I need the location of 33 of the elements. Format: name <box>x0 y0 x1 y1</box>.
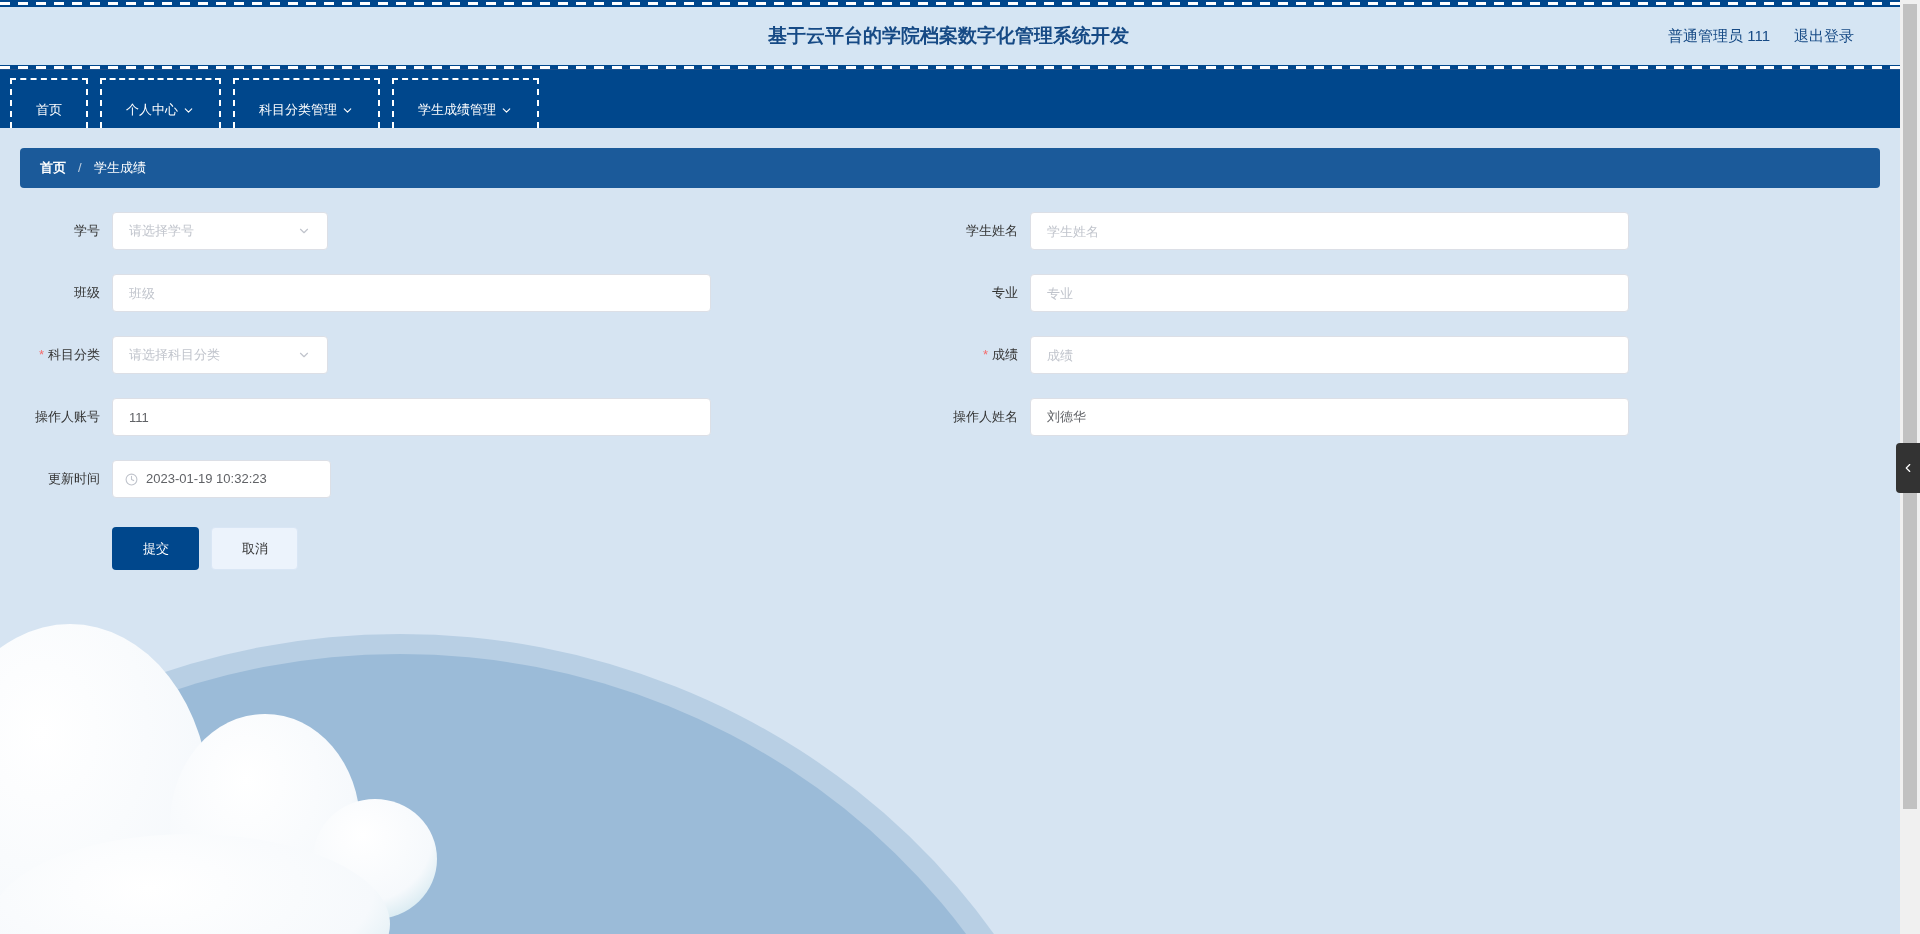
user-label: 普通管理员 111 <box>1668 25 1770 46</box>
logout-link[interactable]: 退出登录 <box>1794 24 1854 48</box>
field-label: 学生姓名 <box>966 222 1018 241</box>
field-label: 专业 <box>992 284 1018 303</box>
clock-icon <box>125 472 138 486</box>
scrollbar[interactable] <box>1900 0 1920 934</box>
side-toggle-button[interactable] <box>1896 443 1920 493</box>
field-label: 成绩 <box>992 346 1018 365</box>
site-title: 基于云平台的学院档案数字化管理系统开发 <box>767 23 1129 48</box>
field-label: 班级 <box>74 284 100 303</box>
input-field[interactable]: 专业 <box>1030 274 1629 312</box>
nav-tab[interactable]: 个人中心 <box>100 78 221 128</box>
field-label: 操作人姓名 <box>953 408 1018 427</box>
breadcrumb-item: 学生成绩 <box>93 159 146 178</box>
nav-tab[interactable]: 学生成绩管理 <box>392 78 539 128</box>
nav-tab[interactable]: 科目分类管理 <box>233 78 380 128</box>
field-label: 学号 <box>74 222 100 241</box>
input-field[interactable]: 111 <box>112 398 711 436</box>
required-asterisk: * <box>982 346 988 365</box>
input-field[interactable]: 成绩 <box>1030 336 1629 374</box>
submit-button[interactable]: 提交 <box>112 527 199 570</box>
cancel-button[interactable]: 取消 <box>211 527 298 570</box>
input-field[interactable]: 班级 <box>112 274 711 312</box>
field-label: 更新时间 <box>48 470 100 489</box>
field-label: 操作人账号 <box>35 408 100 427</box>
breadcrumb-separator: / <box>78 159 82 178</box>
field-label: 科目分类 <box>48 346 100 365</box>
breadcrumb-item[interactable]: 首页 <box>40 158 66 178</box>
input-field[interactable]: 学生姓名 <box>1030 212 1629 250</box>
datetime-field[interactable]: 2023-01-19 10:32:23 <box>112 460 331 498</box>
input-field[interactable]: 刘德华 <box>1030 398 1629 436</box>
nav-tab[interactable]: 首页 <box>10 78 88 128</box>
required-asterisk: * <box>38 346 44 365</box>
